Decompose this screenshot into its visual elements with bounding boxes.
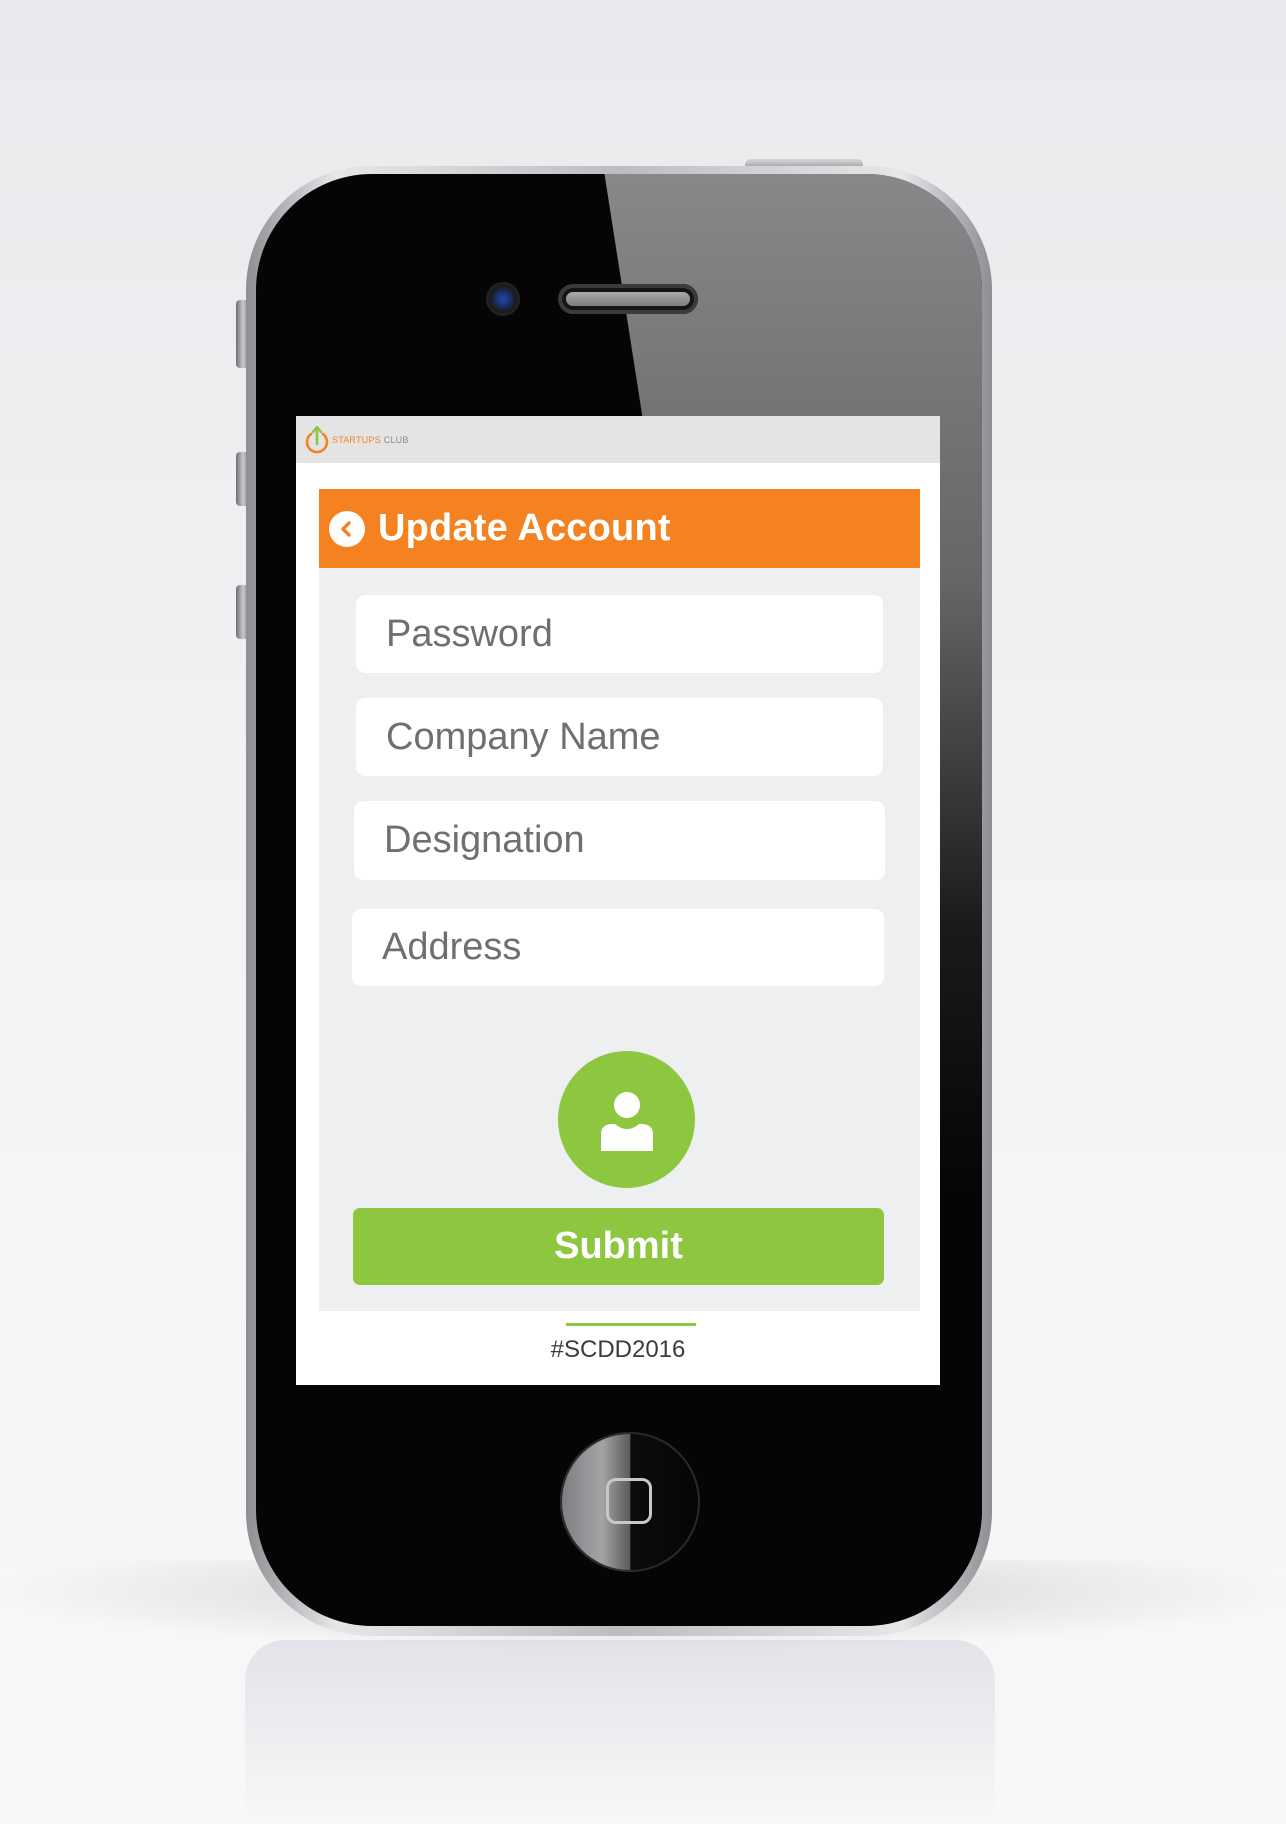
password-field[interactable] — [356, 595, 883, 673]
front-camera — [486, 282, 520, 316]
company-name-field[interactable] — [356, 698, 883, 776]
address-field[interactable] — [352, 909, 884, 986]
app-screen: STARTUPSCLUB Update Account Submit #SCDD… — [296, 416, 940, 1385]
submit-button[interactable]: Submit — [353, 1208, 884, 1285]
earpiece-speaker — [558, 284, 698, 314]
upload-photo-button[interactable] — [558, 1051, 695, 1188]
power-icon — [305, 425, 329, 453]
event-hashtag: #SCDD2016 — [550, 1336, 686, 1363]
hashtag-divider — [566, 1323, 696, 1326]
logo-suffix: CLUB — [383, 434, 409, 445]
page-title: Update Account — [378, 507, 671, 549]
home-button[interactable] — [560, 1432, 700, 1572]
phone-reflection — [245, 1640, 995, 1824]
chevron-left-circle-icon[interactable] — [329, 510, 365, 547]
designation-field[interactable] — [354, 801, 885, 880]
user-icon — [600, 1091, 653, 1151]
logo-bar: STARTUPS CLUB — [296, 416, 940, 463]
page-header: Update Account — [319, 489, 920, 568]
app-logo: STARTUPS CLUB — [332, 435, 409, 445]
logo-name: STARTUPS — [332, 434, 381, 445]
form-panel: Update Account Submit — [319, 489, 920, 1311]
home-square-icon — [606, 1478, 652, 1524]
